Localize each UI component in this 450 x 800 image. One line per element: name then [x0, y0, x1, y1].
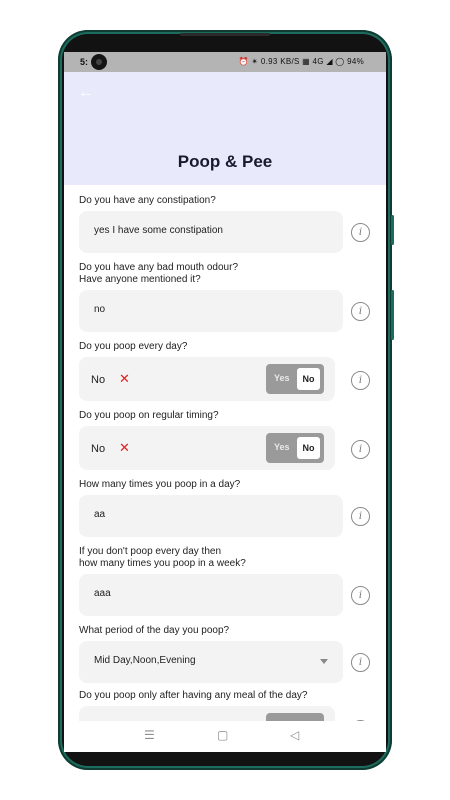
form-content[interactable]: Do you have any constipation? yes I have… — [64, 185, 386, 721]
question-after-meal: Do you poop only after having any meal o… — [79, 690, 308, 701]
question-regular-timing: Do you poop on regular timing? — [79, 410, 219, 421]
times-per-day-value: aa — [94, 509, 106, 520]
question-period-of-day: What period of the day you poop? — [79, 625, 230, 636]
info-icon[interactable]: i — [351, 371, 370, 390]
earpiece — [180, 33, 270, 36]
constipation-field[interactable]: yes I have some constipation — [79, 211, 343, 253]
regular-timing-field: No ✕ Yes No — [79, 426, 335, 470]
question-times-per-week: If you don't poop every day then how man… — [79, 546, 246, 570]
period-of-day-value: Mid Day,Noon,Evening — [94, 655, 196, 666]
question-line: Do you have any bad mouth odour? — [79, 262, 238, 273]
question-line: If you don't poop every day then — [79, 546, 222, 557]
toggle-no[interactable]: No — [297, 437, 320, 459]
system-nav-bar: ☰ ▢ ◁ — [64, 721, 386, 752]
mouth-odour-field[interactable]: no — [79, 290, 343, 332]
close-icon: ✕ — [119, 440, 130, 455]
info-icon[interactable]: i — [351, 507, 370, 526]
info-icon[interactable]: i — [351, 653, 370, 672]
menu-icon[interactable]: ☰ — [144, 728, 155, 742]
info-icon[interactable]: i — [351, 223, 370, 242]
info-icon[interactable]: i — [351, 586, 370, 605]
screen: 5: ⏰ ✴ 0.93 KB/S ▦ 4G ◢ ◯ 94% ← Poop & P… — [64, 52, 386, 752]
times-per-day-field[interactable]: aa — [79, 495, 343, 537]
poop-every-day-field: No ✕ Yes No — [79, 357, 335, 401]
page-title: Poop & Pee — [177, 152, 273, 171]
status-indicators: ⏰ ✴ 0.93 KB/S ▦ 4G ◢ ◯ 94% — [238, 57, 364, 66]
question-line: how many times you poop in a week? — [79, 558, 246, 569]
mouth-odour-value: no — [94, 304, 106, 315]
poop-every-day-value: No — [91, 374, 106, 386]
chevron-down-icon — [320, 659, 328, 664]
toggle-yes[interactable]: Yes — [274, 373, 290, 383]
question-constipation: Do you have any constipation? — [79, 195, 216, 206]
status-time: 5: — [80, 57, 89, 67]
after-meal-field — [79, 706, 335, 721]
info-icon[interactable]: i — [351, 440, 370, 459]
constipation-value: yes I have some constipation — [94, 225, 223, 236]
front-camera — [91, 54, 107, 70]
info-icon[interactable]: i — [351, 302, 370, 321]
toggle-no[interactable]: No — [297, 368, 320, 390]
back-icon[interactable]: ◁ — [290, 728, 299, 742]
status-bar: 5: ⏰ ✴ 0.93 KB/S ▦ 4G ◢ ◯ 94% — [64, 52, 386, 72]
period-of-day-select[interactable]: Mid Day,Noon,Evening — [79, 641, 343, 683]
toggle-yes[interactable]: Yes — [274, 442, 290, 452]
yes-no-toggle[interactable] — [266, 713, 324, 721]
question-mouth-odour: Do you have any bad mouth odour? Have an… — [79, 262, 238, 286]
volume-button — [391, 215, 394, 245]
home-icon[interactable]: ▢ — [217, 728, 228, 742]
times-per-week-value: aaa — [94, 588, 111, 599]
yes-no-toggle[interactable]: Yes No — [266, 364, 324, 394]
question-line: Have anyone mentioned it? — [79, 274, 201, 285]
question-poop-every-day: Do you poop every day? — [79, 341, 188, 352]
regular-timing-value: No — [91, 443, 106, 455]
yes-no-toggle[interactable]: Yes No — [266, 433, 324, 463]
question-times-per-day: How many times you poop in a day? — [79, 479, 241, 490]
page-header: ← Poop & Pee — [64, 72, 386, 185]
times-per-week-field[interactable]: aaa — [79, 574, 343, 616]
arrow-left-icon[interactable]: ← — [78, 84, 94, 102]
power-button — [391, 290, 394, 340]
close-icon: ✕ — [119, 371, 130, 386]
